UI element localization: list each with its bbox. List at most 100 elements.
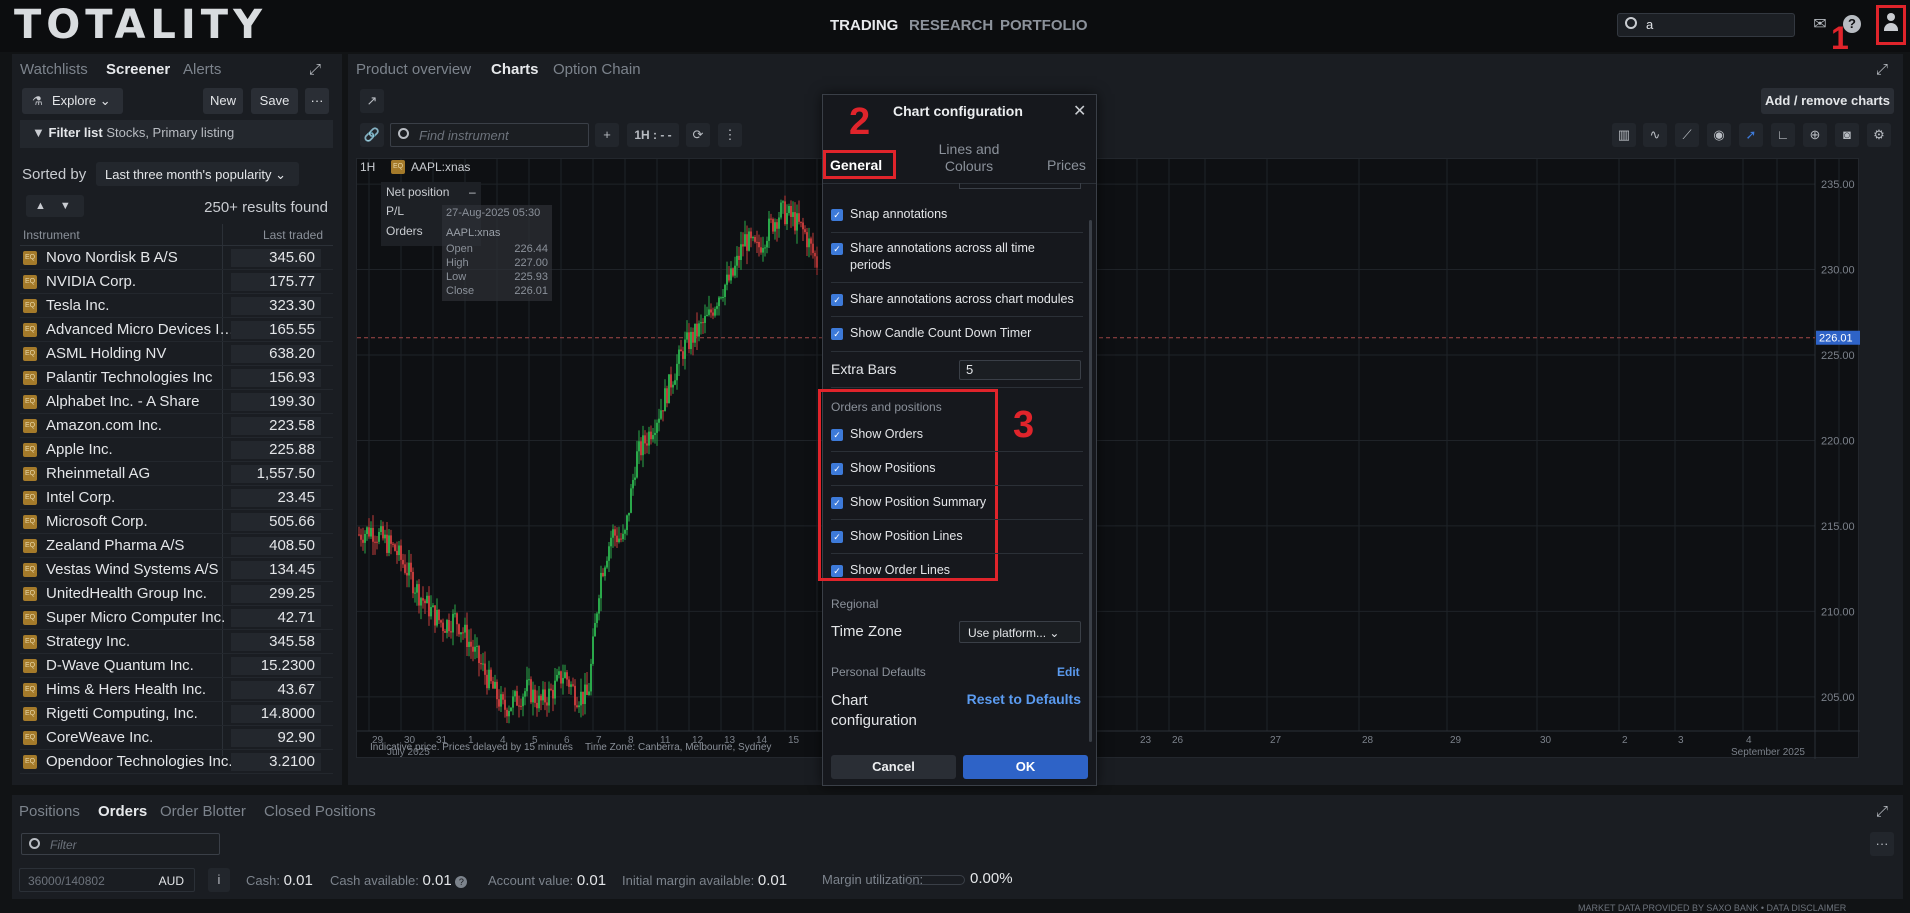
nav-research[interactable]: RESEARCH — [909, 17, 993, 34]
list-item[interactable]: EQ Zealand Pharma A/S 408.50 — [20, 534, 333, 558]
popout-icon[interactable]: ↗ — [360, 89, 384, 113]
order-option-checkbox[interactable]: ✓ — [831, 531, 843, 543]
nav-portfolio[interactable]: PORTFOLIO — [1000, 17, 1088, 34]
global-search-input[interactable]: a — [1617, 13, 1795, 37]
tab-watchlists[interactable]: Watchlists — [20, 61, 88, 78]
list-item[interactable]: EQ Rheinmetall AG 1,557.50 — [20, 462, 333, 486]
chart-expand-icon[interactable]: ⤢ — [1876, 61, 1888, 78]
find-instrument-input[interactable]: Find instrument — [390, 123, 589, 147]
tab-order-blotter[interactable]: Order Blotter — [160, 803, 246, 820]
add-instrument-icon[interactable]: + — [595, 123, 619, 147]
list-item[interactable]: EQ UnitedHealth Group Inc. 299.25 — [20, 582, 333, 606]
list-item[interactable]: EQ Apple Inc. 225.88 — [20, 438, 333, 462]
list-item[interactable]: EQ Super Micro Computer Inc. 42.71 — [20, 606, 333, 630]
tab-charts[interactable]: Charts — [491, 61, 539, 78]
sort-order-buttons[interactable]: ▲ ▼ — [26, 195, 84, 217]
tab-prices[interactable]: Prices — [1047, 157, 1086, 173]
chart-type-icon[interactable]: ▥ — [1612, 123, 1636, 147]
candle-body — [678, 349, 680, 364]
share-modules-checkbox[interactable]: ✓ — [831, 294, 843, 306]
tab-screener[interactable]: Screener — [106, 61, 170, 78]
add-remove-charts-button[interactable]: Add / remove charts — [1761, 88, 1894, 114]
interval-selector[interactable]: 1H : - - — [627, 123, 679, 147]
list-item[interactable]: EQ Opendoor Technologies Inc. 3.2100 — [20, 750, 333, 774]
countdown-timer-checkbox[interactable]: ✓ — [831, 328, 843, 340]
account-info-icon[interactable]: i — [208, 868, 230, 892]
settings-gear-icon[interactable]: ⚙ — [1867, 123, 1891, 147]
list-item[interactable]: EQ CoreWeave Inc. 92.90 — [20, 726, 333, 750]
list-item[interactable]: EQ Strategy Inc. 345.58 — [20, 630, 333, 654]
camera-icon[interactable]: ◙ — [1835, 123, 1859, 147]
nav-trading[interactable]: TRADING — [830, 17, 898, 34]
tab-option-chain[interactable]: Option Chain — [553, 61, 641, 78]
tab-positions[interactable]: Positions — [19, 803, 80, 820]
tab-orders[interactable]: Orders — [98, 803, 147, 820]
order-option-checkbox[interactable]: ✓ — [831, 463, 843, 475]
indicators-icon[interactable]: ∿ — [1643, 123, 1667, 147]
cursor-icon[interactable]: ➚ — [1739, 123, 1763, 147]
expand-icon[interactable]: ⤢ — [309, 61, 321, 78]
list-item[interactable]: EQ Novo Nordisk B A/S 345.60 — [20, 246, 333, 270]
list-item[interactable]: EQ Tesla Inc. 323.30 — [20, 294, 333, 318]
list-item[interactable]: EQ ASML Holding NV 638.20 — [20, 342, 333, 366]
list-item[interactable]: EQ Advanced Micro Devices Inc. 165.55 — [20, 318, 333, 342]
time-zone-select[interactable]: Use platform... ⌄ — [959, 621, 1081, 643]
snap-annotations-checkbox[interactable]: ✓ — [831, 209, 843, 221]
tab-lines-colours[interactable]: Lines and Colours — [931, 141, 1007, 175]
chart-menu-icon[interactable]: ⋮ — [718, 123, 742, 147]
tab-alerts[interactable]: Alerts — [183, 61, 221, 78]
list-item[interactable]: EQ Hims & Hers Health Inc. 43.67 — [20, 678, 333, 702]
save-button[interactable]: Save — [251, 88, 298, 114]
edit-link[interactable]: Edit — [1057, 665, 1080, 679]
cancel-button[interactable]: Cancel — [831, 755, 956, 779]
list-item[interactable]: EQ Rigetti Computing, Inc. 14.8000 — [20, 702, 333, 726]
order-option-checkbox[interactable]: ✓ — [831, 497, 843, 509]
order-option-checkbox[interactable]: ✓ — [831, 429, 843, 441]
link-icon[interactable]: 🔗 — [360, 123, 384, 147]
order-option-checkbox[interactable]: ✓ — [831, 565, 843, 577]
refresh-icon[interactable]: ⟳ — [686, 123, 710, 147]
list-item[interactable]: EQ Intel Corp. 23.45 — [20, 486, 333, 510]
list-item[interactable]: EQ Alphabet Inc. - A Share 199.30 — [20, 390, 333, 414]
column-instrument[interactable]: Instrument — [23, 228, 80, 242]
chart-canvas[interactable]: 235.00 230.00 225.00 220.00 215.00 210.00 205.… — [357, 159, 1860, 759]
account-selector[interactable]: 36000/140802 AUD — [19, 868, 195, 892]
tab-closed-positions[interactable]: Closed Positions — [264, 803, 376, 820]
candle-body — [726, 274, 728, 285]
list-item[interactable]: EQ Microsoft Corp. 505.66 — [20, 510, 333, 534]
extra-bars-input[interactable]: 5 — [959, 360, 1081, 380]
app-logo[interactable]: TOTALITY — [14, 2, 267, 48]
cash-help-icon[interactable]: ? — [455, 876, 468, 888]
list-item[interactable]: EQ Vestas Wind Systems A/S 134.45 — [20, 558, 333, 582]
share-all-periods-checkbox[interactable]: ✓ — [831, 243, 843, 255]
list-item[interactable]: EQ NVIDIA Corp. 175.77 — [20, 270, 333, 294]
list-item[interactable]: EQ Amazon.com Inc. 223.58 — [20, 414, 333, 438]
ok-button[interactable]: OK — [963, 755, 1088, 779]
list-item[interactable]: EQ Palantir Technologies Inc 156.93 — [20, 366, 333, 390]
new-button[interactable]: New — [203, 88, 243, 114]
draw-line-icon[interactable]: ⟋ — [1675, 123, 1699, 147]
visibility-icon[interactable]: ◉ — [1707, 123, 1731, 147]
tab-general[interactable]: General — [830, 157, 882, 173]
reset-defaults-link[interactable]: Reset to Defaults — [963, 691, 1081, 707]
sort-asc-icon[interactable]: ▲ — [35, 200, 46, 212]
orders-more-icon[interactable]: ··· — [1870, 832, 1894, 856]
bottom-expand-icon[interactable]: ⤢ — [1876, 803, 1888, 820]
zoom-icon[interactable]: ⊕ — [1803, 123, 1827, 147]
chart-symbol[interactable]: AAPL:xnas — [411, 160, 470, 174]
more-button[interactable]: ··· — [305, 88, 329, 114]
list-item[interactable]: EQ D-Wave Quantum Inc. 15.2300 — [20, 654, 333, 678]
mail-icon[interactable]: ✉ — [1809, 14, 1831, 36]
close-icon[interactable]: ✕ — [1073, 101, 1086, 121]
sort-desc-icon[interactable]: ▼ — [60, 200, 71, 212]
dialog-scrollbar[interactable] — [1089, 220, 1092, 742]
filter-bar[interactable]: ▼ Filter list Stocks, Primary listing — [20, 120, 333, 148]
data-disclaimer[interactable]: MARKET DATA PROVIDED BY SAXO BANK • DATA… — [1578, 903, 1846, 913]
orders-filter-input[interactable]: Filter — [21, 833, 220, 855]
sort-select[interactable]: Last three month's popularity ⌄ — [96, 162, 299, 186]
axis-icon[interactable]: ∟ — [1771, 123, 1795, 147]
user-icon[interactable] — [1884, 13, 1898, 33]
tab-product-overview[interactable]: Product overview — [356, 61, 471, 78]
price-chart[interactable]: 235.00 230.00 225.00 220.00 215.00 210.00 205.… — [356, 158, 1860, 759]
column-last-traded[interactable]: Last traded — [263, 228, 323, 242]
